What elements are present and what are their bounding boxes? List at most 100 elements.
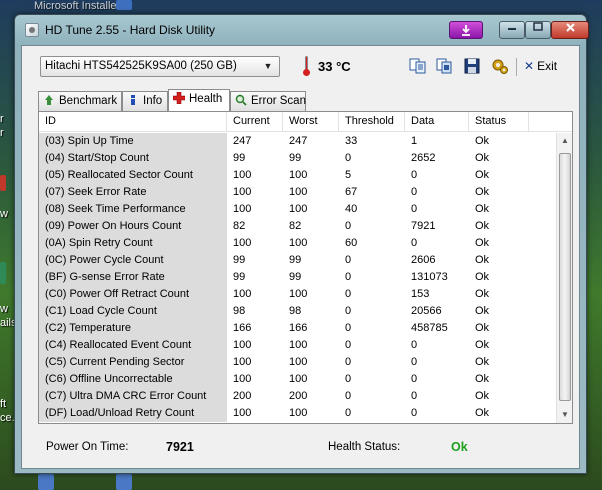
- table-row[interactable]: (07) Seek Error Rate 100 100 67 0 Ok: [39, 184, 559, 201]
- table-header: ID Current Worst Threshold Data Status: [39, 112, 572, 132]
- table-row[interactable]: (04) Start/Stop Count 99 99 0 2652 Ok: [39, 150, 559, 167]
- tab-health[interactable]: Health: [168, 89, 230, 111]
- cell-current: 100: [233, 186, 252, 198]
- desktop-icon-label[interactable]: r: [0, 113, 4, 125]
- table-row[interactable]: (03) Spin Up Time 247 247 33 1 Ok: [39, 133, 559, 150]
- tab-label: Benchmark: [59, 95, 118, 107]
- desktop-icon-label[interactable]: w: [0, 303, 8, 315]
- cell-status: Ok: [475, 169, 490, 181]
- cell-id: (03) Spin Up Time: [39, 133, 227, 150]
- desktop-app-icon[interactable]: [0, 262, 6, 284]
- table-row[interactable]: (09) Power On Hours Count 82 82 0 7921 Ok: [39, 218, 559, 235]
- minimize-button[interactable]: [499, 21, 525, 39]
- column-header-status[interactable]: Status: [469, 112, 529, 132]
- table-row[interactable]: (C1) Load Cycle Count 98 98 0 20566 Ok: [39, 303, 559, 320]
- table-row[interactable]: (C5) Current Pending Sector 100 100 0 0 Ok: [39, 354, 559, 371]
- cell-status: Ok: [475, 203, 490, 215]
- maximize-button[interactable]: [525, 21, 551, 39]
- desktop-icon-label[interactable]: Microsoft Installer: [34, 0, 120, 12]
- column-header-threshold[interactable]: Threshold: [339, 112, 405, 132]
- desktop-icon-label[interactable]: ft: [0, 398, 6, 410]
- desktop-app-icon[interactable]: [116, 474, 132, 490]
- cell-data: 0: [411, 373, 418, 385]
- table-row[interactable]: (0C) Power Cycle Count 99 99 0 2606 Ok: [39, 252, 559, 269]
- toolbar-divider: [516, 58, 517, 76]
- table-row[interactable]: (05) Reallocated Sector Count 100 100 5 0 Ok: [39, 167, 559, 184]
- cell-status: Ok: [475, 237, 490, 249]
- table-row[interactable]: (DF) Load/Unload Retry Count 100 100 0 0 Ok: [39, 405, 559, 422]
- cell-worst: 100: [289, 339, 308, 351]
- cell-threshold: 0: [345, 390, 352, 402]
- power-on-time-value: 7921: [166, 440, 194, 454]
- cell-id: (0A) Spin Retry Count: [39, 235, 227, 252]
- copy-screenshot-button[interactable]: [434, 56, 454, 76]
- cell-id: (BF) G-sense Error Rate: [39, 269, 227, 286]
- cell-threshold: 0: [345, 322, 352, 334]
- cell-current: 82: [233, 220, 246, 232]
- column-header-worst[interactable]: Worst: [283, 112, 339, 132]
- column-header-data[interactable]: Data: [405, 112, 469, 132]
- tab-benchmark[interactable]: Benchmark: [38, 91, 122, 111]
- tab-label: Health: [189, 93, 223, 105]
- cell-id: (05) Reallocated Sector Count: [39, 167, 227, 184]
- table-row[interactable]: (C7) Ultra DMA CRC Error Count 200 200 0 0 Ok: [39, 388, 559, 405]
- maximize-icon: [533, 22, 543, 31]
- table-row[interactable]: (C0) Power Off Retract Count 100 100 0 153 Ok: [39, 286, 559, 303]
- help-button[interactable]: [449, 21, 483, 39]
- drive-select[interactable]: Hitachi HTS542525K9SA00 (250 GB) ▼: [40, 56, 280, 77]
- scrollbar-thumb[interactable]: [559, 153, 571, 401]
- cell-current: 100: [233, 237, 252, 249]
- cell-data: 20566: [411, 305, 442, 317]
- exit-label: Exit: [537, 59, 558, 73]
- cell-data: 0: [411, 356, 418, 368]
- cell-threshold: 0: [345, 373, 352, 385]
- cell-threshold: 0: [345, 288, 352, 300]
- cell-data: 0: [411, 186, 418, 198]
- cell-threshold: 0: [345, 339, 352, 351]
- options-button[interactable]: [490, 56, 510, 76]
- cell-status: Ok: [475, 254, 490, 266]
- table-row[interactable]: (0A) Spin Retry Count 100 100 60 0 Ok: [39, 235, 559, 252]
- exit-button[interactable]: ✕ Exit: [524, 59, 557, 73]
- copy-text-button[interactable]: [408, 56, 428, 76]
- vertical-scrollbar[interactable]: ▲ ▼: [556, 133, 572, 423]
- scroll-up-icon[interactable]: ▲: [557, 133, 572, 149]
- table-row[interactable]: (BF) G-sense Error Rate 99 99 0 131073 Ok: [39, 269, 559, 286]
- cell-id: (07) Seek Error Rate: [39, 184, 227, 201]
- table-row[interactable]: (C6) Offline Uncorrectable 100 100 0 0 Ok: [39, 371, 559, 388]
- table-row[interactable]: (C4) Reallocated Event Count 100 100 0 0 Ok: [39, 337, 559, 354]
- cell-data: 0: [411, 203, 418, 215]
- health-status-value: Ok: [451, 440, 468, 454]
- desktop-icon-label[interactable]: r: [0, 127, 4, 139]
- cell-threshold: 40: [345, 203, 358, 215]
- scroll-down-icon[interactable]: ▼: [557, 407, 572, 423]
- desktop-app-icon[interactable]: [116, 0, 132, 10]
- thermometer-icon: [302, 56, 310, 76]
- cell-data: 153: [411, 288, 430, 300]
- cell-threshold: 5: [345, 169, 352, 181]
- save-button[interactable]: [462, 56, 482, 76]
- cell-worst: 100: [289, 288, 308, 300]
- cell-id: (0C) Power Cycle Count: [39, 252, 227, 269]
- cell-id: (08) Seek Time Performance: [39, 201, 227, 218]
- title-bar[interactable]: HD Tune 2.55 - Hard Disk Utility: [21, 15, 589, 45]
- cell-current: 200: [233, 390, 252, 402]
- cell-id: (C7) Ultra DMA CRC Error Count: [39, 388, 227, 405]
- column-header-current[interactable]: Current: [227, 112, 283, 132]
- cell-current: 100: [233, 339, 252, 351]
- desktop-app-icon[interactable]: [0, 175, 6, 191]
- cell-worst: 100: [289, 169, 308, 181]
- table-row[interactable]: (C2) Temperature 166 166 0 458785 Ok: [39, 320, 559, 337]
- tab-info[interactable]: Info: [122, 91, 168, 111]
- close-button[interactable]: [551, 21, 589, 39]
- desktop-icon-label[interactable]: w: [0, 208, 8, 220]
- close-icon: [565, 23, 575, 32]
- desktop-app-icon[interactable]: [38, 474, 54, 490]
- table-row[interactable]: (08) Seek Time Performance 100 100 40 0 Ok: [39, 201, 559, 218]
- benchmark-icon: [45, 95, 53, 105]
- cell-worst: 100: [289, 407, 308, 419]
- cell-status: Ok: [475, 339, 490, 351]
- column-header-id[interactable]: ID: [39, 112, 227, 132]
- cell-data: 0: [411, 169, 418, 181]
- tab-error-scan[interactable]: Error Scan: [230, 91, 306, 111]
